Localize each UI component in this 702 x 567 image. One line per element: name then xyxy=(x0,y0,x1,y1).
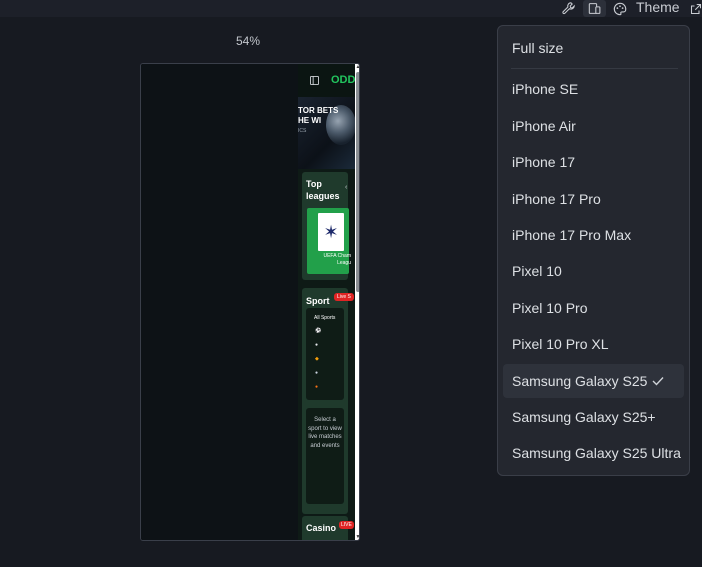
menu-item-label: Pixel 10 Pro xyxy=(512,300,588,316)
preview-blank-area xyxy=(141,64,298,540)
champions-league-logo-icon: ✶ xyxy=(318,213,344,251)
select-sport-message: Select a sport to view live matches and … xyxy=(308,417,342,449)
menu-item-label: iPhone Air xyxy=(512,118,576,134)
zoom-level: 54% xyxy=(236,34,261,48)
banner-line-2: HE WI xyxy=(298,116,322,125)
menu-item-label: Pixel 10 xyxy=(512,263,562,279)
menu-item-iphone-se[interactable]: iPhone SE xyxy=(503,72,684,106)
casino-card: Casino LIVE xyxy=(302,516,354,540)
menu-item-label: iPhone SE xyxy=(512,81,579,97)
promo-banner[interactable]: TOR BETS HE WI ICS xyxy=(298,97,355,169)
top-leagues-card: Top leagues ‹ ✶ UEFA Cham Leagu xyxy=(302,172,351,280)
menu-item-label: iPhone 17 xyxy=(512,154,576,170)
menu-item-pixel-10[interactable]: Pixel 10 xyxy=(503,254,684,288)
menu-item-iphone-17-pro[interactable]: iPhone 17 Pro xyxy=(503,182,684,216)
chevron-left-icon[interactable]: ‹ xyxy=(345,184,347,191)
soccer-ball-icon[interactable]: ● xyxy=(315,342,318,348)
live-badge: Live S xyxy=(334,293,354,301)
basketball-icon[interactable]: ● xyxy=(315,384,318,390)
top-leagues-title: Top leagues xyxy=(306,179,340,201)
theme-label[interactable]: Theme xyxy=(636,0,680,15)
casino-live-badge: LIVE xyxy=(339,521,354,529)
sport-icon[interactable]: ⚽ xyxy=(315,328,321,334)
top-toolbar: Theme xyxy=(0,0,702,17)
scrollbar-thumb[interactable] xyxy=(356,72,359,292)
menu-item-iphone-17-pro-max[interactable]: iPhone 17 Pro Max xyxy=(503,218,684,252)
scroll-up-icon[interactable]: ▲ xyxy=(355,64,359,70)
banner-line-1: TOR BETS xyxy=(298,106,339,115)
league-tile[interactable]: ✶ UEFA Cham Leagu xyxy=(307,208,351,274)
menu-item-samsung-galaxy-s25[interactable]: Samsung Galaxy S25 xyxy=(503,364,684,398)
menu-item-label: Pixel 10 Pro XL xyxy=(512,336,609,352)
menu-item-samsung-galaxy-s25-ultra[interactable]: Samsung Galaxy S25 Ultra xyxy=(503,436,684,470)
menu-item-full-size[interactable]: Full size xyxy=(503,31,684,65)
menu-item-label: iPhone 17 Pro xyxy=(512,191,601,207)
menu-item-pixel-10-pro-xl[interactable]: Pixel 10 Pro XL xyxy=(503,327,684,361)
menu-item-iphone-air[interactable]: iPhone Air xyxy=(503,109,684,143)
league-name: UEFA Cham Leagu xyxy=(323,253,351,266)
sidebar-toggle-icon[interactable] xyxy=(310,76,319,87)
menu-item-label: Samsung Galaxy S25 xyxy=(512,373,648,389)
football-icon[interactable]: ◆ xyxy=(315,356,319,362)
menu-item-label: Samsung Galaxy S25 Ultra xyxy=(512,445,681,461)
sport-card: Sport Live S All Sports ⚽ ● ◆ ● ● Select… xyxy=(302,288,354,514)
menu-item-label: Full size xyxy=(512,40,564,56)
checkmark-icon xyxy=(652,364,664,398)
app-header: ODD xyxy=(298,64,355,97)
banner-subtext: ICS xyxy=(298,128,307,134)
sport-list: All Sports ⚽ ● ◆ ● ● xyxy=(306,308,344,400)
devices-icon[interactable] xyxy=(583,0,606,17)
menu-item-pixel-10-pro[interactable]: Pixel 10 Pro xyxy=(503,291,684,325)
menu-divider xyxy=(511,68,678,69)
app-logo[interactable]: ODD xyxy=(331,74,355,86)
all-sports-item[interactable]: All Sports xyxy=(314,315,335,321)
preview-scrollbar[interactable]: ▲ ▼ xyxy=(355,64,359,540)
menu-item-label: iPhone 17 Pro Max xyxy=(512,227,632,243)
menu-item-samsung-galaxy-s25-plus[interactable]: Samsung Galaxy S25+ xyxy=(503,400,684,434)
device-size-menu: Full size iPhone SE iPhone Air iPhone 17… xyxy=(497,25,690,476)
tennis-icon[interactable]: ● xyxy=(315,370,318,376)
menu-item-label: Samsung Galaxy S25+ xyxy=(512,409,656,425)
app-viewport: ODD TOR BETS HE WI ICS Top leagues ‹ ✶ U… xyxy=(298,64,355,540)
menu-item-iphone-17[interactable]: iPhone 17 xyxy=(503,145,684,179)
palette-icon[interactable] xyxy=(612,0,628,17)
device-preview-frame: ODD TOR BETS HE WI ICS Top leagues ‹ ✶ U… xyxy=(140,63,360,541)
external-link-icon[interactable] xyxy=(690,0,702,17)
wrench-icon[interactable] xyxy=(558,0,578,17)
select-sport-panel: Select a sport to view live matches and … xyxy=(306,408,344,504)
scroll-down-icon[interactable]: ▼ xyxy=(355,534,359,540)
